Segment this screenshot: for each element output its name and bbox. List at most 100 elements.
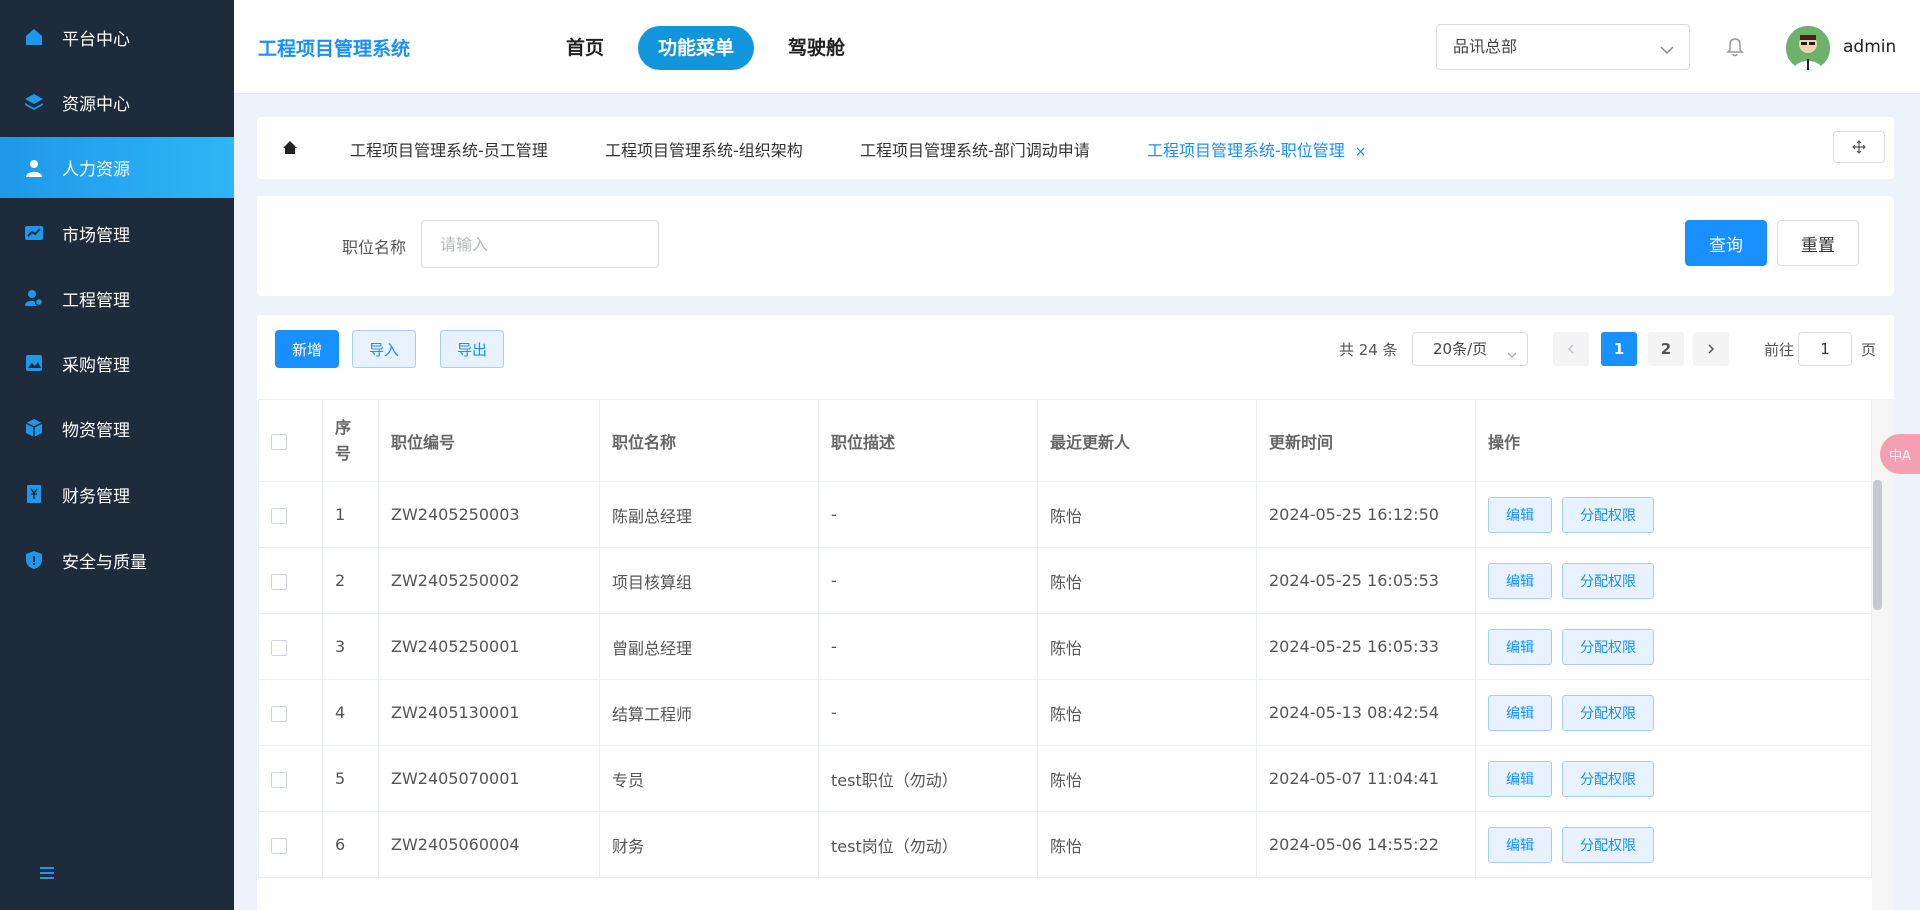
table-row: 1 ZW2405250003 陈副总经理 - 陈怡 2024-05-25 16:… xyxy=(258,481,1872,548)
table-row: 4 ZW2405130001 结算工程师 - 陈怡 2024-05-13 08:… xyxy=(258,679,1872,746)
nav-home[interactable]: 首页 xyxy=(546,26,624,70)
page-2-button[interactable]: 2 xyxy=(1648,332,1684,366)
edit-button[interactable]: 编辑 xyxy=(1488,496,1552,533)
sidebar-item-finance[interactable]: 财务管理 xyxy=(0,464,234,524)
row-checkbox[interactable] xyxy=(271,771,287,788)
nav-cockpit[interactable]: 驾驶舱 xyxy=(768,26,865,70)
row-checkbox[interactable] xyxy=(271,639,287,656)
row-code: ZW2405130001 xyxy=(378,679,600,746)
table-scrollbar-thumb[interactable] xyxy=(1873,480,1882,610)
sidebar-item-label: 物资管理 xyxy=(62,420,130,441)
edit-button[interactable]: 编辑 xyxy=(1488,694,1552,731)
sidebar-item-market[interactable]: 市场管理 xyxy=(0,203,234,263)
username[interactable]: admin xyxy=(1843,37,1896,57)
column-header: 职位名称 xyxy=(599,399,819,482)
sidebar-item-resource[interactable]: 资源中心 xyxy=(0,72,234,132)
tab-more-button[interactable] xyxy=(1833,131,1885,163)
edit-button[interactable]: 编辑 xyxy=(1488,760,1552,797)
page-1-button[interactable]: 1 xyxy=(1601,332,1637,366)
assign-permission-button[interactable]: 分配权限 xyxy=(1562,694,1654,731)
row-no: 6 xyxy=(322,811,379,878)
sidebar-item-platform[interactable]: 平台中心 xyxy=(0,7,234,67)
row-code: ZW2405250003 xyxy=(378,481,600,548)
tab-org[interactable]: 工程项目管理系统-组织架构 xyxy=(605,137,803,161)
close-icon[interactable]: × xyxy=(1355,144,1367,160)
total-count: 共 24 条 xyxy=(1339,341,1398,359)
table-panel: 新增 导入 导出 共 24 条 20条/页 1 2 前往 页 序号 职位编号 职… xyxy=(257,315,1894,910)
sidebar-item-label: 平台中心 xyxy=(62,29,130,50)
org-select[interactable]: 品讯总部 xyxy=(1436,24,1690,70)
sidebar-item-hr[interactable]: 人力资源 xyxy=(0,137,234,198)
column-header: 职位描述 xyxy=(818,399,1038,482)
assign-permission-button[interactable]: 分配权限 xyxy=(1562,562,1654,599)
edit-button[interactable]: 编辑 xyxy=(1488,826,1552,863)
tab-transfer[interactable]: 工程项目管理系统-部门调动申请 xyxy=(860,137,1090,161)
row-updater: 陈怡 xyxy=(1037,613,1257,680)
row-no: 2 xyxy=(322,547,379,614)
sidebar-item-safety[interactable]: 安全与质量 xyxy=(0,530,234,590)
row-checkbox[interactable] xyxy=(271,507,287,524)
column-header: 序号 xyxy=(322,399,379,482)
tab-position[interactable]: 工程项目管理系统-职位管理 × xyxy=(1147,137,1367,161)
avatar[interactable] xyxy=(1786,26,1830,70)
select-all-checkbox[interactable] xyxy=(271,433,287,450)
prev-page-button[interactable] xyxy=(1553,332,1589,366)
query-button[interactable]: 查询 xyxy=(1685,220,1767,266)
page-size-value: 20条/页 xyxy=(1433,340,1488,358)
assign-permission-button[interactable]: 分配权限 xyxy=(1562,628,1654,665)
app-title: 工程项目管理系统 xyxy=(258,38,411,60)
move-icon xyxy=(1852,140,1866,154)
bell-icon[interactable] xyxy=(1724,36,1746,58)
row-checkbox[interactable] xyxy=(271,837,287,854)
assign-permission-button[interactable]: 分配权限 xyxy=(1562,760,1654,797)
row-time: 2024-05-25 16:05:33 xyxy=(1256,613,1476,680)
row-code: ZW2405250001 xyxy=(378,613,600,680)
chart-icon xyxy=(24,223,44,243)
home-tab-icon[interactable] xyxy=(281,139,299,157)
nav-function-menu[interactable]: 功能菜单 xyxy=(638,26,755,70)
goto-label: 前往 xyxy=(1764,341,1795,359)
row-time: 2024-05-25 16:12:50 xyxy=(1256,481,1476,548)
row-checkbox[interactable] xyxy=(271,705,287,722)
edit-button[interactable]: 编辑 xyxy=(1488,628,1552,665)
translate-widget[interactable]: 中A xyxy=(1880,434,1920,474)
chevron-left-icon xyxy=(1567,344,1574,354)
assign-permission-button[interactable]: 分配权限 xyxy=(1562,826,1654,863)
edit-button[interactable]: 编辑 xyxy=(1488,562,1552,599)
position-name-input[interactable] xyxy=(421,220,659,268)
menu-icon[interactable] xyxy=(36,862,58,884)
image-icon xyxy=(24,353,44,373)
row-name: 专员 xyxy=(599,745,819,812)
table-scrollbar-track[interactable] xyxy=(1872,399,1894,910)
reset-button[interactable]: 重置 xyxy=(1777,220,1859,266)
add-button[interactable]: 新增 xyxy=(275,330,339,368)
tabs-bar: 工程项目管理系统-员工管理 工程项目管理系统-组织架构 工程项目管理系统-部门调… xyxy=(257,117,1894,179)
people-gear-icon xyxy=(24,288,44,308)
import-button[interactable]: 导入 xyxy=(352,330,416,368)
sidebar-item-purchase[interactable]: 采购管理 xyxy=(0,333,234,393)
table-row: 5 ZW2405070001 专员 test职位（勿动） 陈怡 2024-05-… xyxy=(258,745,1872,812)
position-name-label: 职位名称 xyxy=(342,238,407,257)
top-nav: 首页 功能菜单 驾驶舱 xyxy=(546,26,865,70)
assign-permission-button[interactable]: 分配权限 xyxy=(1562,496,1654,533)
goto-page-input[interactable] xyxy=(1798,332,1852,366)
sidebar-item-label: 财务管理 xyxy=(62,486,130,507)
chevron-right-icon xyxy=(1708,344,1715,354)
sidebar-item-engineering[interactable]: 工程管理 xyxy=(0,268,234,328)
tab-employee[interactable]: 工程项目管理系统-员工管理 xyxy=(350,137,548,161)
row-code: ZW2405070001 xyxy=(378,745,600,812)
row-no: 3 xyxy=(322,613,379,680)
sidebar-item-material[interactable]: 物资管理 xyxy=(0,398,234,458)
org-select-value: 品讯总部 xyxy=(1453,37,1518,56)
page-size-select[interactable]: 20条/页 xyxy=(1412,332,1528,366)
row-name: 项目核算组 xyxy=(599,547,819,614)
sidebar-item-label: 工程管理 xyxy=(62,290,130,311)
shield-icon xyxy=(24,550,44,570)
column-header: 最近更新人 xyxy=(1037,399,1257,482)
export-button[interactable]: 导出 xyxy=(440,330,504,368)
row-updater: 陈怡 xyxy=(1037,745,1257,812)
row-checkbox[interactable] xyxy=(271,573,287,590)
next-page-button[interactable] xyxy=(1693,332,1729,366)
sidebar-item-label: 采购管理 xyxy=(62,355,130,376)
row-code: ZW2405060004 xyxy=(378,811,600,878)
